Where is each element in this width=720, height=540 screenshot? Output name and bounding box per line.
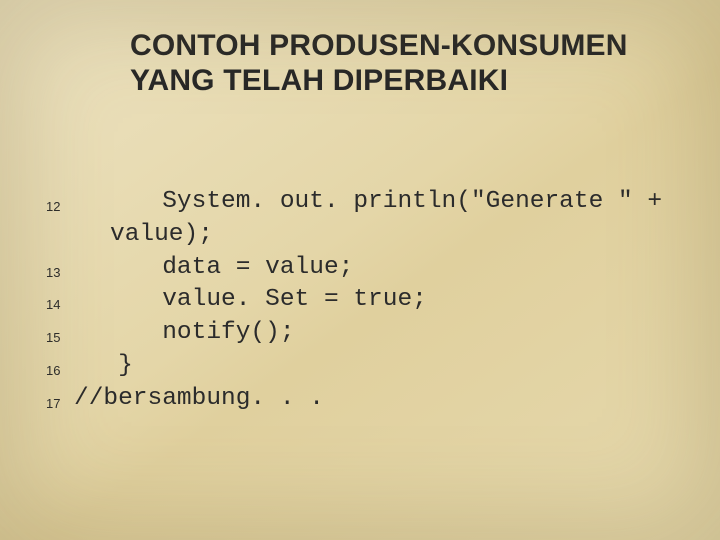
code-line: 14 value. Set = true; xyxy=(46,284,690,317)
code-line: 16 } xyxy=(46,350,690,383)
line-number: 15 xyxy=(46,329,74,346)
code-text: value. Set = true; xyxy=(74,284,427,317)
line-number: 14 xyxy=(46,296,74,313)
code-line: 15 notify(); xyxy=(46,317,690,350)
code-text: //bersambung. . . xyxy=(74,383,324,416)
line-number: 17 xyxy=(46,395,74,412)
slide-title-block: CONTOH PRODUSEN-KONSUMEN YANG TELAH DIPE… xyxy=(130,28,680,99)
code-text: data = value; xyxy=(74,252,353,285)
code-text: } xyxy=(74,350,133,383)
code-block: 12 System. out. println("Generate " + va… xyxy=(46,186,690,416)
line-number: 13 xyxy=(46,264,74,281)
slide-title-line1: CONTOH PRODUSEN-KONSUMEN xyxy=(130,28,680,63)
code-line: 12 System. out. println("Generate " + xyxy=(46,186,690,219)
line-number: 16 xyxy=(46,362,74,379)
code-text: notify(); xyxy=(74,317,295,350)
slide-title-line2: YANG TELAH DIPERBAIKI xyxy=(130,63,680,98)
code-line: 13 data = value; xyxy=(46,252,690,285)
code-text: System. out. println("Generate " + xyxy=(74,186,662,219)
code-line: 17 //bersambung. . . xyxy=(46,383,690,416)
line-number: 12 xyxy=(46,198,74,215)
code-wrap: value); xyxy=(46,219,690,252)
